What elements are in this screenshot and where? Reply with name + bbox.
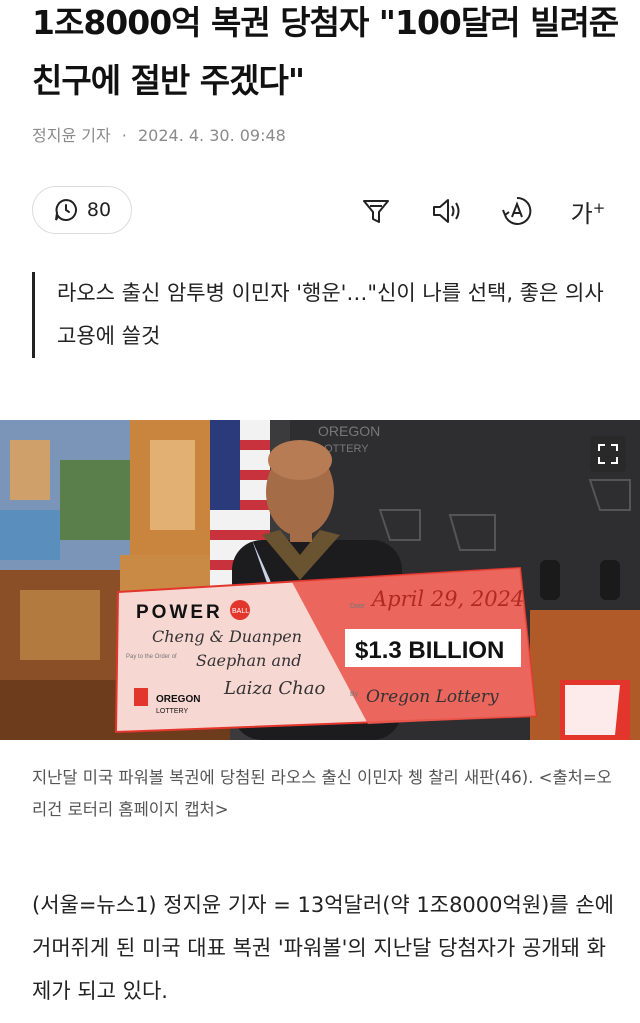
check-issuer-2: LOTTERY	[156, 708, 188, 715]
listen-button[interactable]	[431, 194, 465, 228]
comment-button[interactable]: 80	[32, 186, 132, 234]
byline-separator: ·	[121, 126, 127, 145]
check-signature: Oregon Lottery	[366, 687, 499, 707]
photo-illustration: OREGON LOTTERY $1.3 BILLION POWER BALL D…	[0, 420, 640, 740]
font-a-icon	[502, 196, 532, 225]
reporter-name[interactable]: 정지윤 기자	[32, 126, 111, 145]
clock-comment-icon	[54, 199, 77, 221]
article-toolbar: 80 가+	[32, 186, 608, 238]
check-by-label: By	[350, 691, 359, 698]
check-brand-ball: BALL	[232, 608, 249, 615]
check-brand: POWER	[136, 602, 223, 623]
check-payee-3: Laiza Chao	[223, 678, 325, 699]
filter-button[interactable]	[359, 194, 393, 228]
check-issuer-1: OREGON	[156, 694, 200, 705]
translate-button[interactable]	[500, 194, 534, 228]
article-photo[interactable]: OREGON LOTTERY $1.3 BILLION POWER BALL D…	[0, 420, 640, 740]
check-payee-1: Cheng & Duanpen	[152, 627, 302, 646]
expand-icon	[598, 444, 618, 464]
font-size-button[interactable]: 가+	[566, 194, 610, 228]
article-headline: 1조8000억 복권 당첨자 "100달러 빌려준 친구에 절반 주겠다"	[32, 3, 619, 100]
speaker-icon	[433, 199, 460, 223]
check-date-label: Date	[350, 603, 365, 610]
backdrop-text: OREGON	[318, 423, 380, 439]
expand-image-button[interactable]	[590, 436, 626, 472]
filter-icon	[363, 200, 389, 223]
font-size-icon: 가+	[570, 198, 606, 228]
check-amount: $1.3 BILLION	[355, 637, 504, 664]
check-pay-label: Pay to the Order of	[126, 654, 177, 660]
article-body: (서울=뉴스1) 정지윤 기자 = 13억달러(약 1조8000억원)를 손에 …	[32, 893, 614, 1003]
publish-date: 2024. 4. 30. 09:48	[137, 126, 286, 145]
check-payee-2: Saephan and	[196, 651, 302, 670]
byline: 정지윤 기자 · 2024. 4. 30. 09:48	[32, 122, 286, 146]
comment-count: 80	[86, 199, 112, 221]
check-date: April 29, 2024	[370, 587, 524, 611]
article-subtitle: 라오스 출신 암투병 이민자 '행운'…"신이 나를 선택, 좋은 의사 고용에…	[32, 272, 608, 358]
photo-caption: 지난달 미국 파워볼 복권에 당첨된 라오스 출신 이민자 쳉 찰리 새판(46…	[32, 768, 612, 819]
